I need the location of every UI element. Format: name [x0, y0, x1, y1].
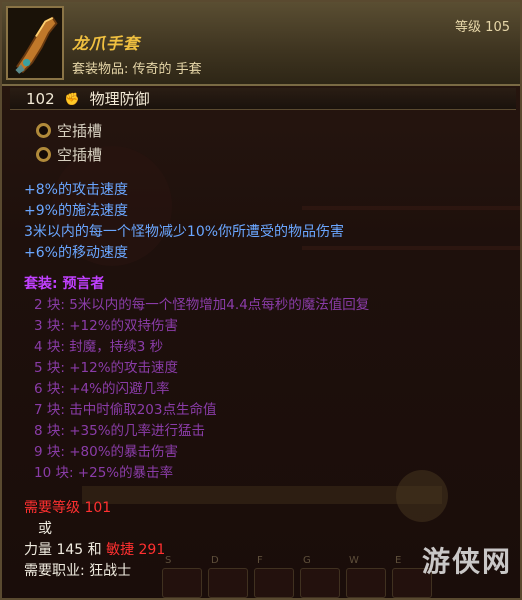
- set-name: 预言者: [62, 276, 105, 292]
- set-bonus-line: 9 块: +80%的暴击伤害: [34, 444, 179, 460]
- item-level: 等级 105: [455, 20, 510, 35]
- skill-slot[interactable]: F: [254, 555, 294, 598]
- item-icon-frame: [6, 6, 64, 80]
- set-bonus-line: 5 块: +12%的攻击速度: [34, 360, 179, 376]
- socket-label: 空插槽: [57, 121, 103, 140]
- affix-line: +9%的施法速度: [24, 203, 128, 219]
- stat-requirement: 力量 145 和 敏捷 291: [24, 540, 165, 561]
- set-label: 套装: [24, 276, 52, 292]
- set-title: 套装: 预言者: [24, 276, 105, 292]
- item-type: 套装物品: 传奇的 手套: [72, 62, 202, 77]
- skill-key: E: [395, 555, 402, 566]
- skill-slot[interactable]: W: [346, 555, 386, 598]
- skill-slot[interactable]: S: [162, 555, 202, 598]
- item-name: 龙爪手套: [72, 34, 141, 53]
- set-bonus-line: 4 块: 封魔，持续3 秒: [34, 339, 164, 355]
- empty-socket-icon: [36, 146, 51, 162]
- socket-slot: 空插槽: [36, 118, 102, 142]
- set-bonus-block: 套装: 预言者 2 块: 5米以内的每一个怪物增加4.4点每秒的魔法值回复 3 …: [24, 274, 369, 484]
- skill-key: D: [211, 555, 219, 566]
- affix-line: +6%的移动速度: [24, 245, 128, 261]
- skill-key: W: [349, 555, 359, 566]
- required-class: 需要职业: 狂战士: [24, 563, 132, 579]
- set-bonus-line: 10 块: +25%的暴击率: [34, 465, 174, 481]
- affix-list: +8%的攻击速度 +9%的施法速度 3米以内的每一个怪物减少10%你所遭受的物品…: [24, 180, 344, 264]
- fist-icon: ✊: [64, 91, 80, 106]
- skill-slot[interactable]: G: [300, 555, 340, 598]
- affix-line: +8%的攻击速度: [24, 182, 128, 198]
- armor-value: 102: [26, 89, 55, 108]
- site-watermark: 游侠网: [421, 545, 512, 578]
- set-bonus-line: 2 块: 5米以内的每一个怪物增加4.4点每秒的魔法值回复: [34, 297, 370, 313]
- socket-list: 空插槽 空插槽: [36, 118, 102, 166]
- set-bonus-line: 6 块: +4%的闪避几率: [34, 381, 170, 397]
- skill-key: G: [303, 555, 311, 566]
- armor-row: 102 ✊ 物理防御: [10, 88, 516, 110]
- set-bonus-line: 7 块: 击中时偷取203点生命值: [34, 402, 217, 418]
- skill-key: F: [257, 555, 263, 566]
- agility-requirement: 敏捷 291: [106, 542, 166, 558]
- required-level: 需要等级 101: [24, 500, 112, 516]
- item-tooltip: 龙爪手套 套装物品: 传奇的 手套 等级 105 102 ✊ 物理防御 空插槽 …: [0, 0, 522, 600]
- gauntlet-icon: [8, 8, 62, 78]
- requirements: 需要等级 101 或 力量 145 和 敏捷 291 需要职业: 狂战士: [24, 498, 165, 582]
- tooltip-header: 龙爪手套 套装物品: 传奇的 手套 等级 105: [2, 2, 520, 86]
- empty-socket-icon: [36, 122, 51, 138]
- set-bonus-line: 8 块: +35%的几率进行猛击: [34, 423, 206, 439]
- strength-requirement: 力量 145 和: [24, 542, 102, 558]
- skill-key: S: [165, 555, 172, 566]
- set-bonus-line: 3 块: +12%的双持伤害: [34, 318, 179, 334]
- affix-line: 3米以内的每一个怪物减少10%你所遭受的物品伤害: [24, 224, 345, 240]
- requirement-or: 或: [38, 521, 52, 537]
- armor-label: 物理防御: [89, 90, 150, 108]
- socket-slot: 空插槽: [36, 142, 102, 166]
- skill-slot[interactable]: D: [208, 555, 248, 598]
- socket-label: 空插槽: [57, 145, 103, 164]
